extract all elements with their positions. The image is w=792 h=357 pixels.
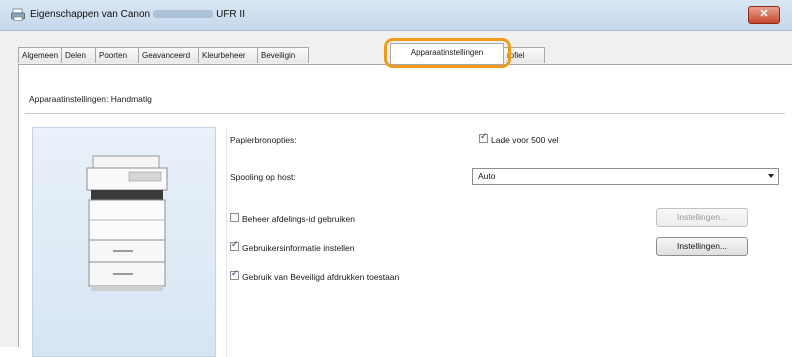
user-info-settings-button[interactable]: Instellingen... <box>656 237 748 256</box>
secure-print-checkbox[interactable] <box>230 269 239 280</box>
title-suffix: UFR II <box>216 9 245 20</box>
user-info-label: Gebruikersinformatie instellen <box>242 243 355 253</box>
department-id-settings-button[interactable]: Instellingen... <box>656 208 748 227</box>
printer-app-icon <box>11 8 25 21</box>
active-tab-highlight <box>384 38 511 68</box>
spooling-select[interactable]: Auto <box>472 168 779 185</box>
paper-source-label: Papierbronopties: <box>230 135 297 145</box>
window-title: Eigenschappen van Canon UFR II <box>30 9 245 20</box>
tab-color-management[interactable]: Kleurbeheer <box>198 47 258 63</box>
redacted-model <box>153 10 214 19</box>
properties-window: Eigenschappen van Canon UFR II ✕ Algemeen… <box>0 0 792 357</box>
department-id-label: Beheer afdelings-id gebruiken <box>242 214 355 224</box>
spooling-value: Auto <box>478 171 496 181</box>
tab-security[interactable]: Beveiligin <box>257 47 309 63</box>
tray-500-checkbox[interactable] <box>479 132 488 143</box>
close-button[interactable]: ✕ <box>748 6 780 24</box>
spooling-label: Spooling op host: <box>230 172 296 182</box>
tab-sharing[interactable]: Delen <box>61 47 96 63</box>
chevron-down-icon <box>768 174 774 178</box>
printer-preview <box>32 127 216 357</box>
settings-mode-label: Apparaatinstellingen: Handmatig <box>29 94 152 104</box>
department-id-checkbox[interactable] <box>230 213 239 222</box>
title-prefix: Eigenschappen van Canon <box>30 9 151 20</box>
title-bar: Eigenschappen van Canon UFR II ✕ <box>0 0 792 31</box>
device-settings-panel: Apparaatinstellingen: Handmatig Papierbr… <box>18 64 792 357</box>
tab-general[interactable]: Algemeen <box>18 47 62 63</box>
tab-ports[interactable]: Poorten <box>95 47 139 63</box>
tray-500-label: Lade voor 500 vel <box>491 135 559 145</box>
tab-advanced[interactable]: Geavanceerd <box>138 47 199 63</box>
column-separator <box>226 127 227 357</box>
printer-image <box>86 155 168 291</box>
secure-print-label: Gebruik van Beveiligd afdrukken toestaan <box>242 272 400 282</box>
divider <box>25 113 785 114</box>
user-info-checkbox[interactable] <box>230 240 239 251</box>
